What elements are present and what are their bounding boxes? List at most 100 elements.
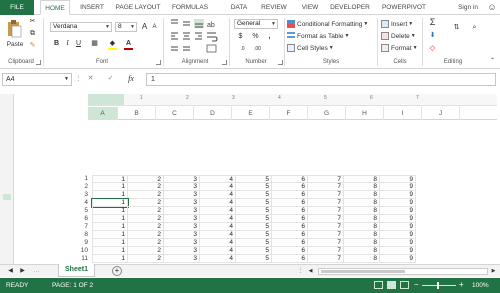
grid-cell[interactable]: 2 — [128, 255, 164, 263]
grid-cell[interactable]: 6 — [272, 191, 308, 199]
row-header[interactable]: 10 — [50, 247, 90, 255]
format-as-table-button[interactable]: Format as Table ▼ — [287, 31, 349, 41]
cancel-icon[interactable]: ✕ — [86, 74, 95, 83]
scroll-right-icon[interactable]: ▶ — [489, 267, 498, 276]
column-header-b[interactable]: B — [118, 107, 156, 120]
grid-cell[interactable]: 6 — [272, 183, 308, 191]
grid-cell[interactable]: 9 — [380, 191, 416, 199]
grid-cell[interactable]: 4 — [200, 191, 236, 199]
normal-view-icon[interactable] — [374, 281, 383, 289]
grid-cell[interactable]: 3 — [164, 215, 200, 223]
currency-button[interactable]: $ — [236, 32, 245, 41]
tab-powerpivot[interactable]: POWERPIVOT — [380, 0, 428, 15]
grid-cell[interactable]: 7 — [308, 231, 344, 239]
grid-cell[interactable]: 3 — [164, 199, 200, 207]
grid-cell[interactable]: 7 — [308, 207, 344, 215]
grid-cell[interactable]: 9 — [380, 175, 416, 183]
grid-cell[interactable]: 1 — [92, 215, 128, 223]
grid-cell[interactable]: 1 — [92, 207, 128, 215]
tab-formulas[interactable]: FORMULAS — [168, 0, 212, 15]
scroll-next-sheet-icon[interactable]: ▶ — [18, 267, 27, 276]
grid-cell[interactable]: 5 — [236, 175, 272, 183]
scroll-left-icon[interactable]: ◀ — [306, 267, 315, 276]
column-header-h[interactable]: H — [346, 107, 384, 120]
grid-cell[interactable]: 4 — [200, 215, 236, 223]
cell-styles-button[interactable]: Cell Styles ▼ — [287, 43, 334, 53]
grid-cell[interactable]: 5 — [236, 247, 272, 255]
grid-cell[interactable]: 7 — [308, 199, 344, 207]
grid-cell[interactable]: 6 — [272, 231, 308, 239]
tab-file[interactable]: FILE — [0, 0, 34, 15]
sign-in-link[interactable]: Sign in — [455, 0, 481, 15]
cut-icon[interactable]: ✂ — [28, 17, 37, 26]
grid-cell[interactable]: 9 — [380, 223, 416, 231]
grid-cell[interactable]: 2 — [128, 199, 164, 207]
scrollbar-thumb[interactable] — [321, 270, 405, 273]
tab-developer[interactable]: DEVELOPER — [328, 0, 372, 15]
align-center-icon[interactable] — [183, 32, 190, 40]
paste-button[interactable] — [6, 19, 22, 39]
grid-cell[interactable]: 1 — [91, 198, 129, 208]
grid-cell[interactable]: 4 — [200, 247, 236, 255]
sheet-page[interactable]: 1123456789212345678931234567894123456789… — [50, 122, 497, 265]
grid-cell[interactable]: 2 — [128, 175, 164, 183]
grid-cell[interactable]: 2 — [128, 231, 164, 239]
grid-cell[interactable]: 4 — [200, 223, 236, 231]
sort-filter-icon[interactable]: ⇅ — [452, 23, 461, 32]
grid-cell[interactable]: 2 — [128, 207, 164, 215]
number-launcher-icon[interactable] — [278, 60, 283, 65]
formula-input[interactable]: 1 — [146, 73, 496, 86]
grid-cell[interactable]: 3 — [164, 255, 200, 263]
decrease-font-icon[interactable]: A — [150, 23, 159, 32]
grid-cell[interactable]: 7 — [308, 255, 344, 263]
grid-cell[interactable]: 2 — [128, 191, 164, 199]
grid-cell[interactable]: 1 — [92, 231, 128, 239]
copy-icon[interactable]: ⧉ — [28, 29, 37, 38]
grid-cell[interactable]: 4 — [200, 183, 236, 191]
tab-home[interactable]: HOME — [40, 0, 70, 15]
paste-label[interactable]: Paste — [4, 41, 26, 48]
row-header[interactable]: 9 — [50, 239, 90, 247]
grid-cell[interactable]: 1 — [92, 183, 128, 191]
grid-cell[interactable]: 8 — [344, 215, 380, 223]
zoom-out-button[interactable]: − — [414, 281, 419, 289]
grid-cell[interactable]: 1 — [92, 239, 128, 247]
find-select-icon[interactable]: ⌕ — [470, 23, 479, 32]
merge-center-icon[interactable] — [206, 44, 217, 53]
clipboard-launcher-icon[interactable] — [36, 60, 41, 65]
grid-cell[interactable]: 1 — [92, 191, 128, 199]
grid-cell[interactable]: 9 — [380, 231, 416, 239]
align-right-icon[interactable] — [195, 32, 202, 40]
grid-cell[interactable]: 6 — [272, 239, 308, 247]
grid-cell[interactable]: 8 — [344, 183, 380, 191]
grid-cell[interactable]: 3 — [164, 207, 200, 215]
scroll-prev-sheet-icon[interactable]: ◀ — [6, 267, 15, 276]
grid-cell[interactable]: 5 — [236, 199, 272, 207]
grid-cell[interactable]: 8 — [344, 199, 380, 207]
grid-cell[interactable]: 2 — [128, 239, 164, 247]
grid-cell[interactable]: 4 — [200, 199, 236, 207]
font-size-combo[interactable]: 8 ▼ — [115, 22, 137, 32]
insert-cells-button[interactable]: Insert ▼ — [381, 19, 413, 29]
grid-cell[interactable]: 5 — [236, 183, 272, 191]
column-header-g[interactable]: G — [308, 107, 346, 120]
comma-button[interactable]: , — [265, 32, 274, 41]
collapse-ribbon-icon[interactable]: ⌃ — [488, 57, 497, 66]
grid-cell[interactable]: 5 — [236, 223, 272, 231]
tab-insert[interactable]: INSERT — [78, 0, 106, 15]
sheet-tab-sheet1[interactable]: Sheet1 — [58, 264, 95, 277]
font-name-combo[interactable]: Verdana ▼ — [50, 22, 112, 32]
grid-cell[interactable]: 4 — [200, 231, 236, 239]
zoom-slider-thumb[interactable] — [437, 282, 440, 289]
column-header-a[interactable]: A — [88, 107, 118, 120]
grid-cell[interactable]: 9 — [380, 207, 416, 215]
grid-cell[interactable]: 5 — [236, 215, 272, 223]
grid-cell[interactable]: 8 — [344, 223, 380, 231]
tab-view[interactable]: VIEW — [298, 0, 322, 15]
grid-cell[interactable]: 3 — [164, 247, 200, 255]
autosum-button[interactable]: Σ — [428, 18, 437, 27]
grid-cell[interactable]: 4 — [200, 255, 236, 263]
grid-cell[interactable]: 3 — [164, 175, 200, 183]
delete-cells-button[interactable]: Delete ▼ — [381, 31, 416, 41]
font-launcher-icon[interactable] — [156, 60, 161, 65]
